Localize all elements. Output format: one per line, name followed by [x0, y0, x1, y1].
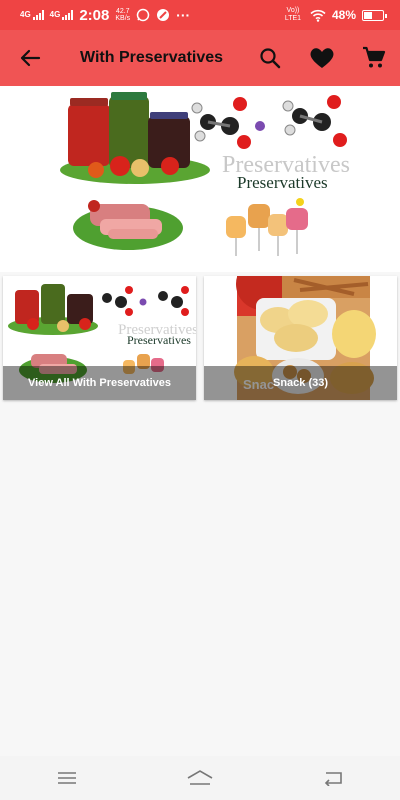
network-label: 4G: [49, 10, 61, 19]
back-nav-button[interactable]: [303, 756, 363, 800]
heart-icon: [310, 48, 334, 68]
category-banner: Preservatives Preservatives: [0, 86, 400, 272]
category-card-snack[interactable]: Snac Snack (33): [204, 276, 397, 400]
page-title: With Preservatives: [80, 49, 224, 66]
banner-main-text: Preservatives: [237, 173, 328, 192]
back-icon: [325, 772, 343, 786]
battery-icon: [362, 9, 387, 21]
speed-unit: KB/s: [115, 15, 131, 22]
menu-button[interactable]: [37, 756, 97, 800]
status-bar: 4G 4G 2:08 42.7 KB/s ··· Vo)) LTE1 48%: [0, 0, 400, 30]
network-label: 4G: [20, 10, 31, 19]
battery-percent: 48%: [331, 8, 356, 22]
search-button[interactable]: [244, 30, 296, 86]
speed-value: 42.7: [115, 8, 130, 15]
back-button[interactable]: [0, 30, 60, 86]
carrier-label: Vo)) LTE1: [284, 7, 302, 22]
app-notification-icon: [157, 9, 170, 21]
preservatives-banner-image: Preservatives Preservatives: [60, 92, 350, 256]
system-nav-bar: [0, 756, 400, 800]
more-notifications-icon: ···: [176, 7, 191, 23]
clock: 2:08: [79, 6, 110, 24]
whatsapp-icon: [136, 8, 150, 22]
wifi-icon: [310, 9, 326, 22]
search-icon: [260, 48, 281, 69]
home-icon: [187, 770, 213, 785]
home-button[interactable]: [170, 756, 230, 800]
network-speed: 42.7 KB/s: [115, 8, 130, 22]
app-bar: With Preservatives: [0, 30, 400, 86]
cart-button[interactable]: [348, 30, 400, 86]
arrow-back-icon: [20, 49, 41, 67]
favorites-button[interactable]: [296, 30, 348, 86]
category-label: View All With Preservatives: [3, 366, 196, 400]
network-indicator-2: 4G: [50, 10, 74, 20]
category-card-view-all[interactable]: Preservatives Preservatives View All Wit…: [3, 276, 196, 400]
signal-icon: [62, 10, 74, 20]
network-indicator-1: 4G: [20, 10, 44, 20]
signal-icon: [32, 10, 44, 20]
category-label: Snack (33): [204, 366, 397, 400]
card-image-text: Preservatives: [127, 333, 191, 347]
menu-icon: [57, 772, 76, 784]
cart-icon: [363, 46, 386, 68]
